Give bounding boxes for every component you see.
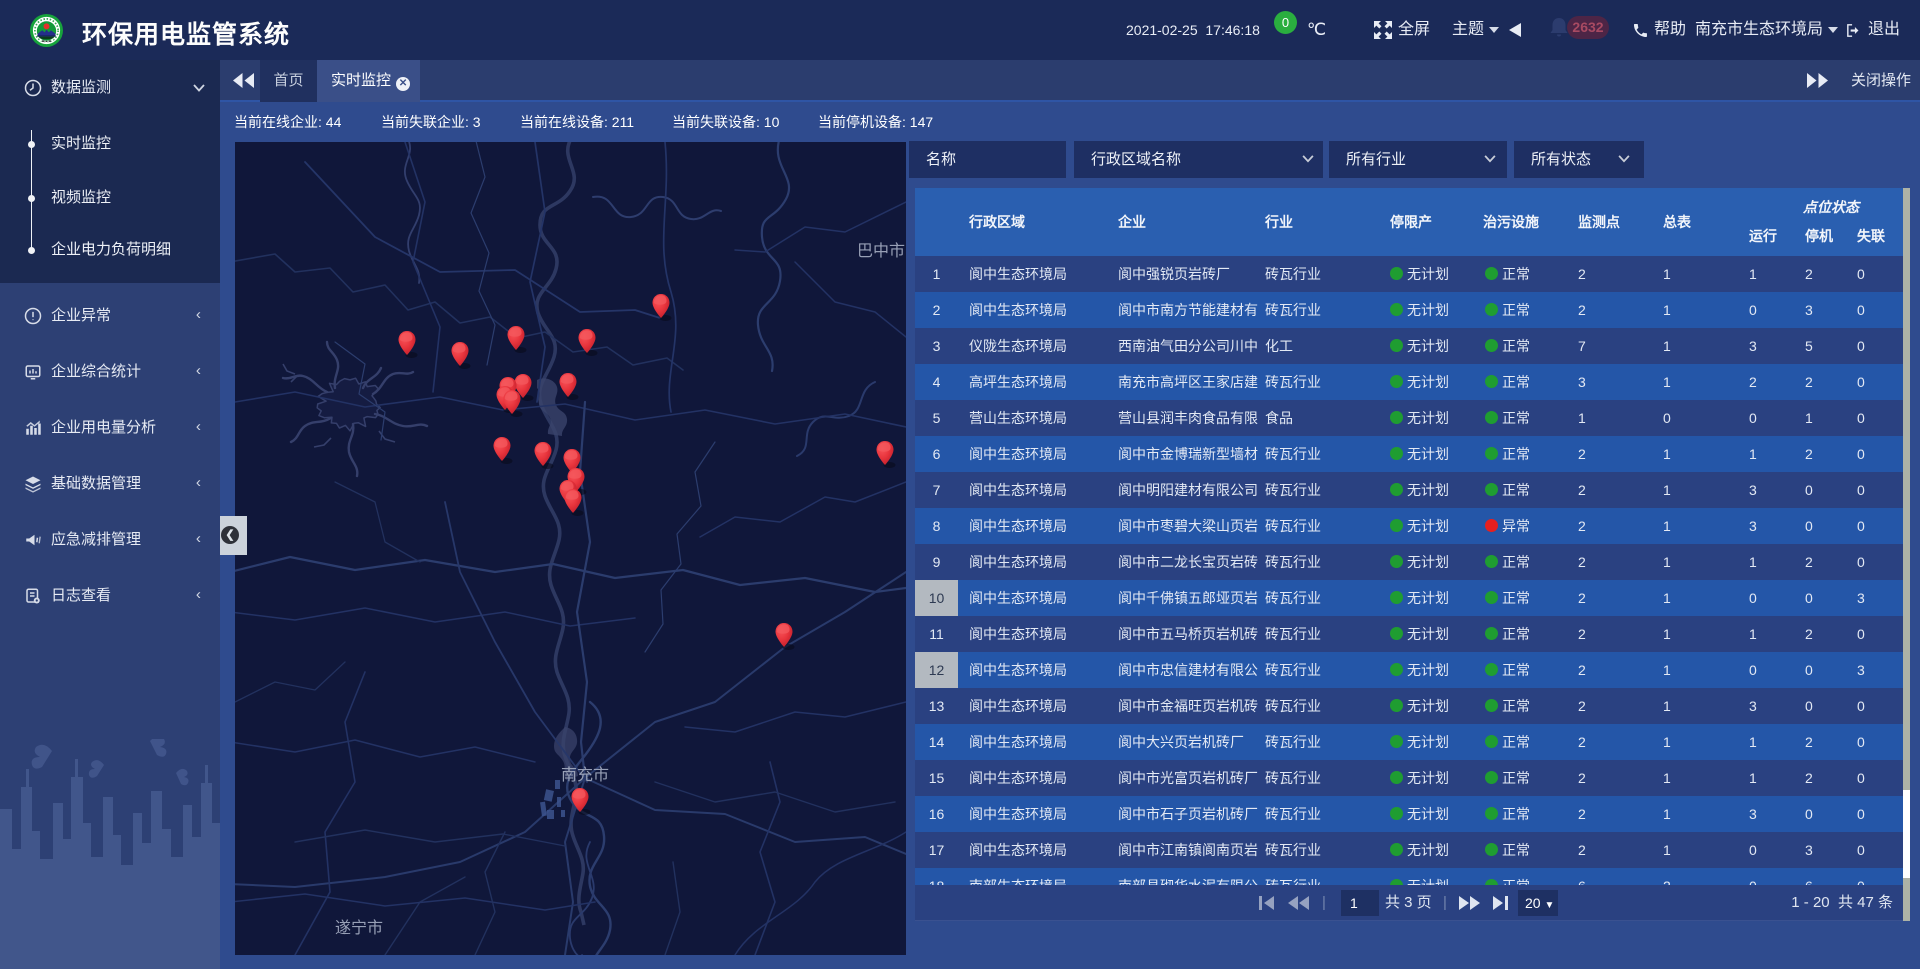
svg-text:遂宁市: 遂宁市 (335, 919, 383, 937)
svg-text:巴中市: 巴中市 (857, 242, 905, 260)
svg-text:南充市: 南充市 (561, 766, 609, 784)
